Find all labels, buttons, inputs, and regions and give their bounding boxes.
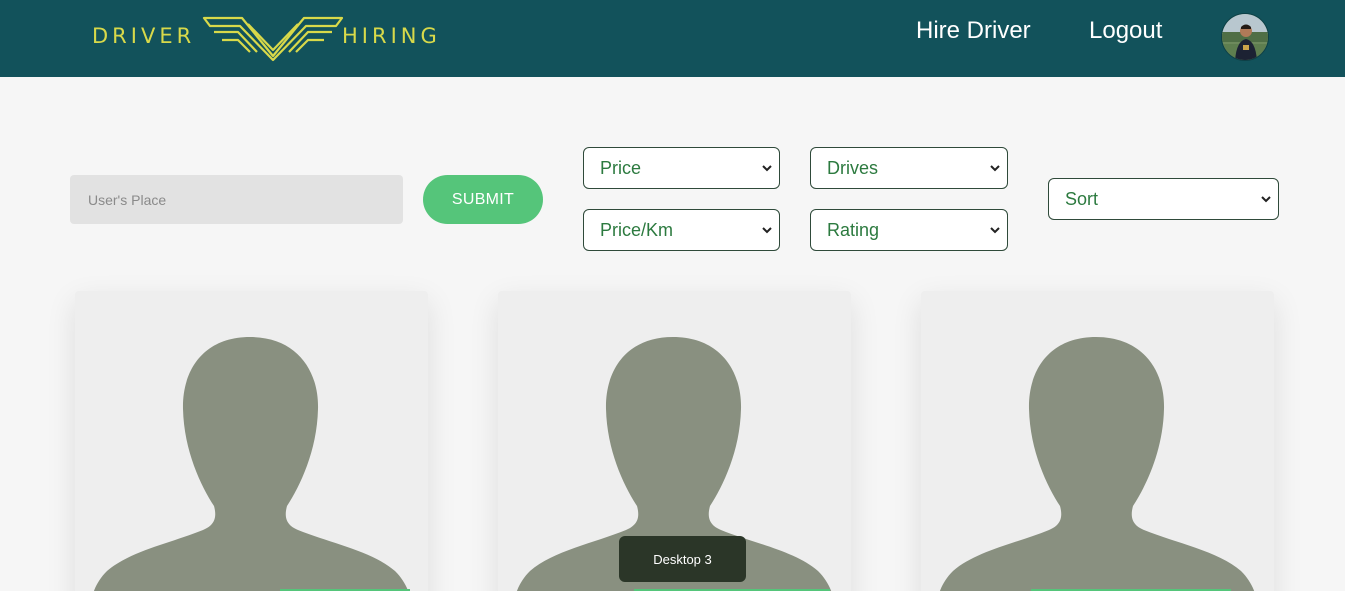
users-place-input[interactable] [70, 175, 403, 224]
logo-text-driver: DRIVER [92, 24, 196, 48]
price-per-km-select-value: Price/Km [600, 219, 674, 240]
nav-logout-link[interactable]: Logout [1089, 17, 1162, 45]
price-select[interactable]: Price [583, 147, 780, 189]
nav-hire-driver-link[interactable]: Hire Driver [916, 17, 1031, 45]
sort-select-value: Sort [1065, 188, 1099, 209]
drives-select[interactable]: Drives [810, 147, 1008, 189]
desktop-tooltip: Desktop 3 [619, 536, 746, 582]
rating-select-value: Rating [827, 219, 880, 240]
profile-placeholder-icon [939, 337, 1255, 591]
user-avatar[interactable] [1221, 13, 1269, 61]
logo-text-hiring: HIRING [342, 24, 441, 48]
rating-select[interactable]: Rating [810, 209, 1008, 251]
price-per-km-select[interactable]: Price/Km [583, 209, 780, 251]
profile-placeholder-icon [93, 337, 409, 591]
price-select-value: Price [600, 157, 642, 178]
drives-select-value: Drives [827, 157, 879, 178]
submit-button[interactable]: SUBMIT [423, 175, 543, 224]
top-navbar: DRIVER HIRING Hire Driver Logout [0, 0, 1345, 77]
driver-card[interactable] [75, 291, 428, 591]
chevron-down-icon [990, 165, 1000, 172]
chevron-down-icon [762, 227, 772, 234]
chevron-down-icon [990, 227, 1000, 234]
wings-logo-icon [202, 16, 344, 62]
chevron-down-icon [1261, 196, 1271, 203]
driver-card[interactable] [921, 291, 1274, 591]
avatar-photo-icon [1222, 14, 1268, 60]
sort-select[interactable]: Sort [1048, 178, 1279, 220]
chevron-down-icon [762, 165, 772, 172]
